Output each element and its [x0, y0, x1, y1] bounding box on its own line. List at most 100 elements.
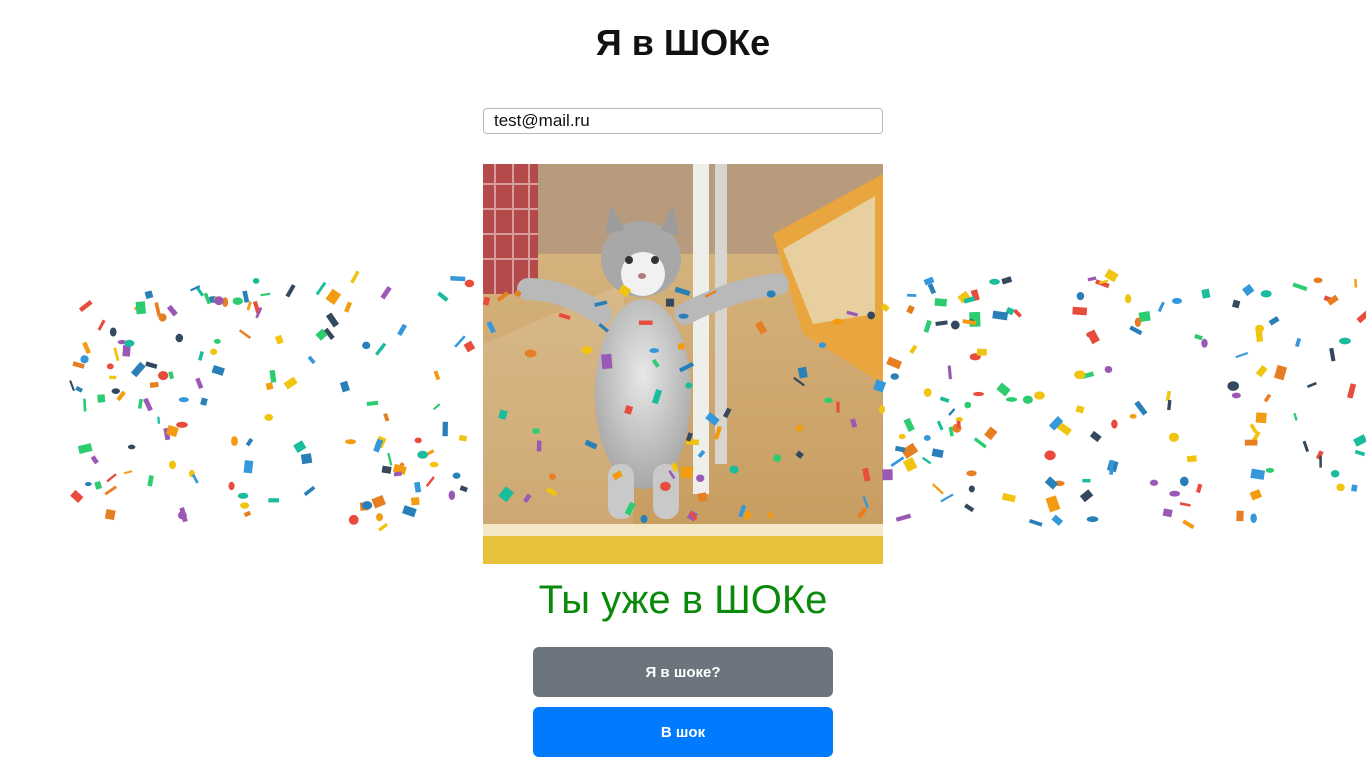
confetti-piece	[906, 304, 915, 315]
confetti-piece	[222, 297, 229, 308]
confetti-piece	[1028, 518, 1043, 527]
confetti-piece	[70, 489, 84, 503]
confetti-piece	[77, 443, 93, 454]
confetti-piece	[109, 375, 117, 380]
confetti-piece	[345, 439, 357, 445]
confetti-piece	[325, 312, 340, 328]
confetti-piece	[450, 275, 466, 282]
confetti-piece	[1044, 450, 1056, 461]
confetti-piece	[1255, 412, 1267, 424]
confetti-piece	[907, 293, 917, 298]
confetti-piece	[361, 501, 373, 510]
check-shock-button[interactable]: Я в шоке?	[533, 647, 833, 697]
confetti-piece	[133, 304, 142, 313]
confetti-piece	[1255, 324, 1265, 333]
confetti-piece	[154, 302, 162, 317]
confetti-piece	[454, 335, 466, 348]
confetti-piece	[97, 319, 106, 331]
confetti-piece	[1354, 449, 1366, 457]
confetti-piece	[963, 296, 976, 304]
confetti-piece	[1195, 483, 1203, 494]
confetti-piece	[940, 493, 954, 503]
confetti-piece	[177, 511, 187, 520]
confetti-piece	[147, 475, 154, 487]
confetti-piece	[245, 437, 254, 447]
confetti-piece	[1107, 459, 1119, 473]
confetti-piece	[350, 270, 360, 284]
confetti-piece	[1302, 440, 1310, 453]
confetti-piece	[966, 470, 977, 477]
confetti-piece	[969, 311, 981, 327]
confetti-piece	[1294, 337, 1302, 348]
confetti-piece	[238, 329, 252, 339]
confetti-piece	[213, 338, 221, 344]
confetti-piece	[145, 361, 158, 369]
confetti-piece	[1249, 423, 1258, 434]
confetti-piece	[957, 290, 971, 304]
confetti-piece	[123, 470, 133, 475]
confetti-piece	[429, 461, 439, 468]
kitten-image	[483, 164, 883, 564]
kitten-photo	[483, 164, 883, 564]
confetti-piece	[283, 376, 298, 390]
confetti-piece	[195, 377, 204, 390]
confetti-piece	[165, 424, 179, 438]
confetti-piece	[210, 348, 218, 355]
email-field[interactable]	[483, 108, 883, 134]
confetti-piece	[373, 438, 384, 453]
confetti-piece	[1079, 489, 1094, 503]
confetti-piece	[323, 327, 335, 340]
confetti-piece	[1236, 510, 1244, 522]
confetti-piece	[1306, 381, 1317, 389]
confetti-piece	[1157, 301, 1165, 313]
confetti-piece	[934, 298, 948, 307]
confetti-piece	[464, 279, 475, 288]
confetti-piece	[1351, 484, 1358, 492]
confetti-piece	[1329, 347, 1336, 362]
confetti-piece	[325, 288, 342, 305]
confetti-piece	[376, 513, 384, 522]
confetti-piece	[1167, 399, 1172, 411]
confetti-piece	[143, 397, 153, 412]
confetti-piece	[973, 437, 987, 449]
confetti-piece	[901, 442, 919, 459]
confetti-piece	[300, 453, 313, 465]
confetti-piece	[94, 480, 103, 490]
confetti-piece	[375, 342, 387, 356]
confetti-piece	[106, 473, 117, 483]
confetti-piece	[935, 320, 948, 326]
confetti-piece	[397, 323, 407, 337]
confetti-piece	[228, 481, 235, 491]
confetti-piece	[996, 382, 1011, 397]
confetti-piece	[1353, 434, 1366, 447]
confetti-piece	[948, 408, 956, 416]
confetti-piece	[362, 341, 371, 350]
confetti-piece	[1149, 479, 1159, 486]
confetti-piece	[1134, 317, 1142, 327]
confetti-piece	[274, 334, 284, 345]
confetti-piece	[124, 339, 135, 347]
confetti-piece	[178, 397, 189, 403]
confetti-piece	[243, 510, 252, 518]
confetti-piece	[1053, 480, 1065, 487]
confetti-piece	[240, 502, 250, 509]
confetti-piece	[113, 347, 120, 362]
confetti-piece	[387, 452, 393, 466]
confetti-piece	[1072, 306, 1088, 316]
confetti-piece	[947, 365, 952, 380]
confetti-piece	[1081, 371, 1095, 380]
confetti-piece	[1129, 325, 1143, 336]
confetti-piece	[97, 394, 106, 403]
confetti-piece	[268, 498, 280, 503]
confetti-piece	[414, 481, 422, 493]
confetti-piece	[135, 301, 146, 315]
confetti-piece	[396, 462, 405, 473]
confetti-piece	[168, 371, 175, 380]
confetti-piece	[176, 421, 188, 428]
confetti-piece	[939, 396, 950, 403]
confetti-piece	[1250, 513, 1257, 524]
confetti-piece	[1001, 492, 1016, 503]
shock-button[interactable]: В шок	[533, 707, 833, 757]
confetti-piece	[1194, 333, 1203, 341]
page-title: Я в ШОКе	[595, 22, 771, 63]
